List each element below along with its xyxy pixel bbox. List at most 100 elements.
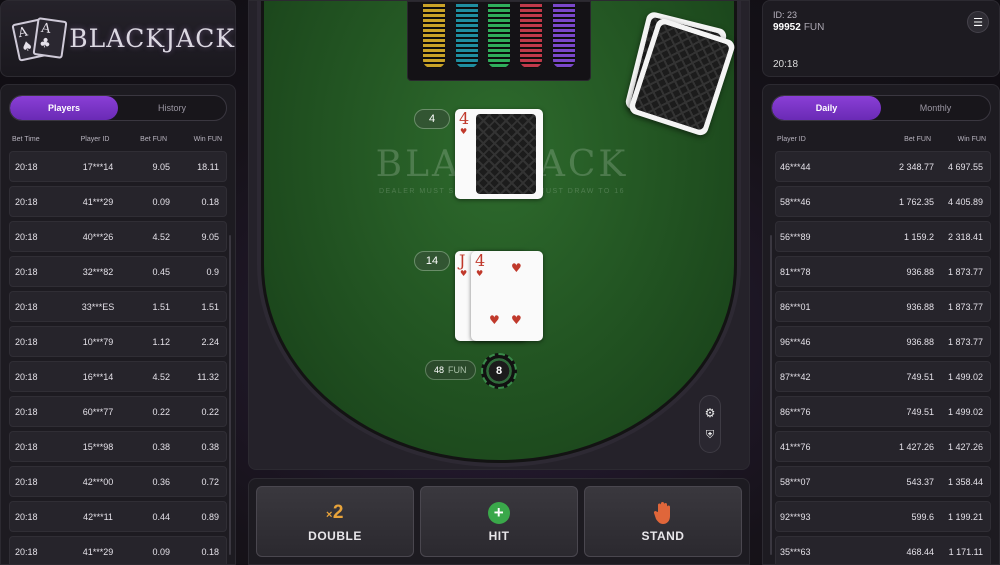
players-scrollbar[interactable] xyxy=(229,235,231,555)
bet-chip[interactable]: 8 xyxy=(481,353,517,389)
leaderboard-row: 86***01 936.88 1 873.77 xyxy=(775,291,991,322)
leaderboard-scrollbar[interactable] xyxy=(770,235,772,555)
bet-amount: 4.52 xyxy=(152,371,170,382)
player-id: 41***76 xyxy=(780,441,811,452)
table-row: 20:18 17***14 9.05 18.11 xyxy=(9,151,227,182)
stand-button[interactable]: STAND xyxy=(584,486,742,557)
plus-circle-icon: + xyxy=(488,501,510,525)
leaderboard-row: 41***76 1 427.26 1 427.26 xyxy=(775,431,991,462)
win-amount: 0.22 xyxy=(201,406,219,417)
action-bar: ×2 DOUBLE + HIT STAND xyxy=(248,478,750,565)
hit-button[interactable]: + HIT xyxy=(420,486,578,557)
player-id: 15***98 xyxy=(82,441,114,452)
bet-time: 20:18 xyxy=(15,196,38,207)
game-title: BLACKJACK xyxy=(69,24,235,53)
col-win: Win FUN xyxy=(957,135,986,143)
player-id: 41***29 xyxy=(82,546,114,557)
player-id: 60***77 xyxy=(82,406,114,417)
players-table-header: Bet Time Player ID Bet FUN Win FUN xyxy=(1,133,235,145)
bet-amount: 9.05 xyxy=(152,161,170,172)
bet-amount: 48 FUN xyxy=(425,360,476,380)
bet-amount: 0.45 xyxy=(152,266,170,277)
win-amount: 0.72 xyxy=(201,476,219,487)
table-row: 20:18 60***77 0.22 0.22 xyxy=(9,396,227,427)
player-id: 87***42 xyxy=(780,371,811,382)
bet-amount: 749.51 xyxy=(906,406,934,417)
bet-time: 20:18 xyxy=(15,511,38,522)
bet-time: 20:18 xyxy=(15,546,38,557)
bet-amount: 749.51 xyxy=(906,371,934,382)
dealer-score: 4 xyxy=(414,109,450,129)
double-label: DOUBLE xyxy=(308,528,362,543)
player-id: 35***63 xyxy=(780,546,811,557)
player-id: 42***00 xyxy=(82,476,114,487)
player-id: 33***ES xyxy=(81,301,115,312)
tab-history[interactable]: History xyxy=(118,96,226,120)
bet-amount: 0.09 xyxy=(152,546,170,557)
leaderboard-tabs: Daily Monthly xyxy=(771,95,991,121)
col-bet: Bet FUN xyxy=(904,135,931,143)
chip-stack xyxy=(552,4,575,68)
player-id: 86***01 xyxy=(780,301,811,312)
table-row: 20:18 10***79 1.12 2.24 xyxy=(9,326,227,357)
win-amount: 1 427.26 xyxy=(947,441,983,452)
win-amount: 2.24 xyxy=(201,336,219,347)
tab-daily[interactable]: Daily xyxy=(772,96,881,120)
bet-amount: 936.88 xyxy=(906,301,934,312)
chip-stack xyxy=(423,4,446,68)
bet-time: 20:18 xyxy=(15,371,38,382)
bet-time: 20:18 xyxy=(15,161,38,172)
chip-rack xyxy=(407,1,591,81)
card-rank: 4 xyxy=(459,109,470,128)
double-button[interactable]: ×2 DOUBLE xyxy=(256,486,414,557)
hand-icon xyxy=(653,501,673,525)
tab-players[interactable]: Players xyxy=(10,96,118,120)
bet-amount: 599.6 xyxy=(911,511,934,522)
win-amount: 9.05 xyxy=(201,231,219,242)
player-id: 16***14 xyxy=(82,371,114,382)
bet-amount: 1 762.35 xyxy=(898,196,934,207)
players-panel: Players History Bet Time Player ID Bet F… xyxy=(0,84,236,565)
player-id: 96***46 xyxy=(780,336,811,347)
col-win: Win FUN xyxy=(193,135,222,143)
balance-value: 99952 xyxy=(773,22,801,33)
player-id: 46***44 xyxy=(780,161,811,172)
heart-icon: ♥ xyxy=(489,313,500,327)
win-amount: 1 171.11 xyxy=(948,546,983,557)
win-amount: 1 499.02 xyxy=(947,371,983,382)
table-row: 20:18 41***29 0.09 0.18 xyxy=(9,186,227,217)
bet-amount: 543.37 xyxy=(906,476,934,487)
table-row: 20:18 41***29 0.09 0.18 xyxy=(9,536,227,564)
account-info-panel: ID: 23 99952 FUN 20:18 ☰ xyxy=(762,0,1000,77)
win-amount: 0.89 xyxy=(201,511,219,522)
player-id: 58***46 xyxy=(780,196,811,207)
chip-stack xyxy=(455,4,478,68)
card-rank: J xyxy=(459,251,466,270)
balance: 99952 FUN xyxy=(773,22,989,33)
settings-icon[interactable]: ⚙ xyxy=(705,406,716,420)
hit-label: HIT xyxy=(488,528,510,543)
side-controls: ⚙ ⛨ xyxy=(699,395,721,453)
leaderboard-row: 58***46 1 762.35 4 405.89 xyxy=(775,186,991,217)
win-amount: 4 405.89 xyxy=(947,196,983,207)
cards-logo-icon: A ♠ A ♣ xyxy=(11,16,68,62)
chip-stack xyxy=(487,4,510,68)
tab-monthly[interactable]: Monthly xyxy=(881,96,990,120)
col-player-id: Player ID xyxy=(777,135,806,143)
table-row: 20:18 32***82 0.45 0.9 xyxy=(9,256,227,287)
bet-time: 20:18 xyxy=(15,301,38,312)
bet-time: 20:18 xyxy=(15,266,38,277)
leaderboard-row: 46***44 2 348.77 4 697.55 xyxy=(775,151,991,182)
bet-amount: 0.38 xyxy=(152,441,170,452)
win-amount: 1 199.21 xyxy=(947,511,983,522)
win-amount: 1.51 xyxy=(201,301,219,312)
menu-button[interactable]: ☰ xyxy=(967,11,989,33)
logo-panel: A ♠ A ♣ BLACKJACK xyxy=(0,0,236,77)
shield-icon[interactable]: ⛨ xyxy=(706,429,714,442)
balance-currency: FUN xyxy=(803,22,825,33)
win-amount: 2 318.41 xyxy=(947,231,983,242)
table-row: 20:18 15***98 0.38 0.38 xyxy=(9,431,227,462)
bet-amount: 0.44 xyxy=(152,511,170,522)
heart-icon: ♥ xyxy=(460,269,468,278)
hamburger-icon: ☰ xyxy=(973,16,983,29)
